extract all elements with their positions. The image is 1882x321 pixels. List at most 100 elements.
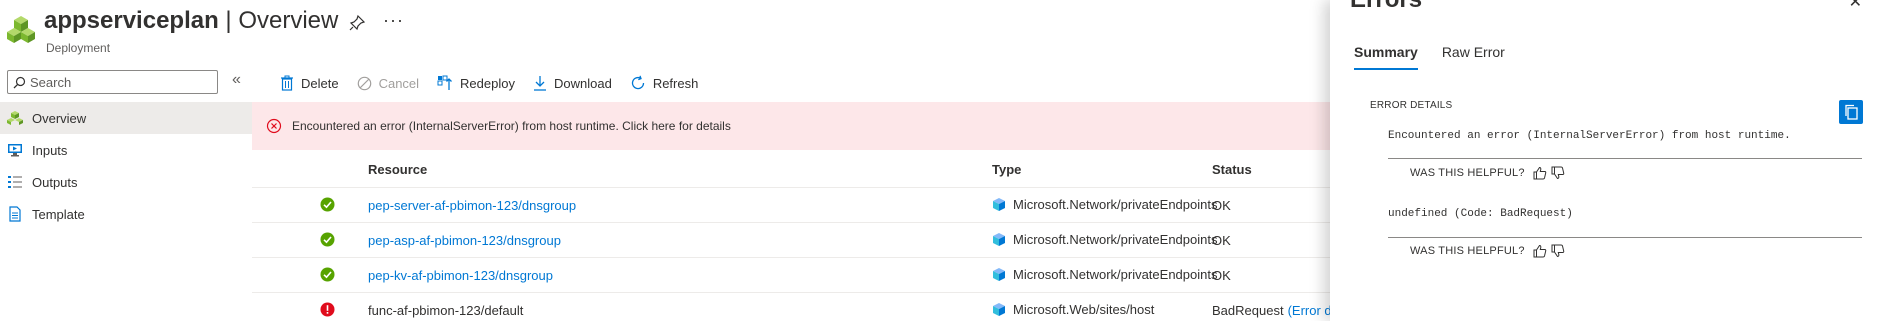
helpful-feedback: WAS THIS HELPFUL? [1410, 166, 1565, 180]
error-circle-icon [266, 118, 282, 134]
download-label: Download [553, 75, 612, 91]
resource-link[interactable]: pep-kv-af-pbimon-123/dnsgroup [368, 268, 553, 283]
refresh-button[interactable]: Refresh [630, 75, 699, 91]
error-banner[interactable]: Encountered an error (InternalServerErro… [252, 102, 1330, 150]
success-icon [320, 232, 335, 247]
resource-name: appserviceplan [44, 7, 219, 34]
app-service-plan-logo-icon [7, 16, 35, 43]
download-button[interactable]: Download [533, 75, 612, 91]
type-cell: Microsoft.Network/privateEndpoints [992, 232, 1222, 247]
more-options-icon[interactable]: ··· [383, 10, 404, 31]
copy-icon [1845, 104, 1858, 120]
status-cell: OK [1212, 198, 1231, 213]
trash-icon [281, 75, 293, 91]
type-text: Microsoft.Network/privateEndpoints [1013, 232, 1218, 247]
sidebar-item-label: Inputs [32, 142, 68, 158]
status-cell: BadRequest (Error d [1212, 303, 1332, 318]
error-message: Encountered an error (InternalServerErro… [1388, 130, 1791, 142]
error-details-link[interactable]: (Error d [1288, 303, 1332, 318]
tab-summary[interactable]: Summary [1354, 44, 1418, 70]
resource-name-text: func-af-pbimon-123/default [368, 303, 524, 318]
divider [1388, 158, 1862, 159]
search-input[interactable] [30, 73, 210, 91]
helpful-label: WAS THIS HELPFUL? [1410, 245, 1525, 257]
deployment-details-table: Resource Type Status pep-server-af-pbimo… [252, 152, 1332, 321]
thumbs-up-icon[interactable] [1533, 166, 1547, 180]
refresh-label: Refresh [652, 75, 699, 91]
success-icon [320, 197, 335, 212]
resource-link[interactable]: pep-server-af-pbimon-123/dnsgroup [368, 198, 576, 213]
download-icon [533, 76, 546, 91]
outputs-icon [8, 176, 22, 188]
column-header-status[interactable]: Status [1212, 162, 1252, 177]
resource-type-icon [993, 303, 1005, 316]
pin-icon[interactable] [348, 14, 366, 32]
delete-button[interactable]: Delete [280, 75, 339, 91]
type-text: Microsoft.Network/privateEndpoints [1013, 267, 1218, 282]
thumbs-up-icon[interactable] [1533, 244, 1547, 258]
type-cell: Microsoft.Network/privateEndpoints [992, 197, 1222, 212]
table-row: func-af-pbimon-123/default Microsoft.Web… [252, 293, 1332, 321]
column-header-resource[interactable]: Resource [368, 162, 427, 177]
success-icon [320, 267, 335, 282]
redeploy-button[interactable]: Redeploy [437, 75, 515, 91]
status-text: OK [1212, 268, 1231, 283]
error-banner-text: Encountered an error (InternalServerErro… [292, 119, 731, 133]
title-separator: | [225, 7, 232, 34]
type-text: Microsoft.Web/sites/host [1013, 302, 1155, 317]
table-header: Resource Type Status [252, 152, 1330, 188]
error-icon [320, 302, 335, 317]
search-icon [13, 76, 26, 89]
table-row: pep-kv-af-pbimon-123/dnsgroup Microsoft.… [252, 258, 1330, 293]
resource-type-icon [993, 268, 1005, 281]
status-text: BadRequest [1212, 303, 1284, 318]
tab-raw-error[interactable]: Raw Error [1442, 44, 1505, 70]
sidebar-item-inputs[interactable]: Inputs [0, 134, 252, 166]
status-cell: OK [1212, 268, 1231, 283]
resource-type-icon [993, 233, 1005, 246]
template-icon [9, 206, 21, 222]
resource-link[interactable]: pep-asp-af-pbimon-123/dnsgroup [368, 233, 561, 248]
panel-title: Errors [1350, 0, 1422, 14]
error-details-heading: ERROR DETAILS [1370, 100, 1453, 111]
thumbs-down-icon[interactable] [1551, 244, 1565, 258]
redeploy-label: Redeploy [460, 75, 515, 91]
command-bar: Delete Cancel Redeploy Download Refresh [280, 72, 716, 94]
inputs-icon [8, 144, 22, 157]
error-message: undefined (Code: BadRequest) [1388, 208, 1573, 220]
errors-panel: Errors ✕ Summary Raw Error ERROR DETAILS… [1330, 0, 1882, 321]
status-text: OK [1212, 233, 1231, 248]
redeploy-icon [437, 75, 453, 90]
cancel-icon [357, 76, 371, 90]
resource-type-icon [993, 198, 1005, 211]
sidebar-nav: Overview Inputs Outputs Template [0, 102, 252, 230]
thumbs-down-icon[interactable] [1551, 166, 1565, 180]
sidebar-item-overview[interactable]: Overview [0, 102, 252, 134]
status-text: OK [1212, 198, 1231, 213]
close-icon[interactable]: ✕ [1849, 0, 1862, 12]
table-row: pep-server-af-pbimon-123/dnsgroup Micros… [252, 188, 1330, 223]
copy-button[interactable] [1839, 100, 1863, 124]
type-cell: Microsoft.Network/privateEndpoints [992, 267, 1222, 282]
type-cell: Microsoft.Web/sites/host [992, 302, 1222, 317]
sidebar-item-template[interactable]: Template [0, 198, 252, 230]
delete-label: Delete [301, 75, 339, 91]
divider [1388, 237, 1862, 238]
sidebar-item-label: Outputs [32, 174, 78, 190]
type-text: Microsoft.Network/privateEndpoints [1013, 197, 1218, 212]
search-box[interactable] [7, 70, 218, 94]
cancel-button[interactable]: Cancel [357, 76, 419, 91]
sidebar-item-outputs[interactable]: Outputs [0, 166, 252, 198]
helpful-label: WAS THIS HELPFUL? [1410, 167, 1525, 179]
cancel-label: Cancel [378, 75, 420, 91]
refresh-icon [631, 75, 644, 90]
column-header-type[interactable]: Type [992, 162, 1021, 177]
sidebar-item-label: Overview [32, 110, 87, 126]
helpful-feedback: WAS THIS HELPFUL? [1410, 244, 1565, 258]
page-subtitle: Deployment [46, 41, 111, 55]
status-cell: OK [1212, 233, 1231, 248]
sidebar-item-label: Template [32, 206, 85, 222]
overview-icon [7, 111, 23, 125]
page-title: appserviceplan | Overview [44, 7, 338, 35]
collapse-sidebar-icon[interactable]: « [232, 71, 241, 89]
